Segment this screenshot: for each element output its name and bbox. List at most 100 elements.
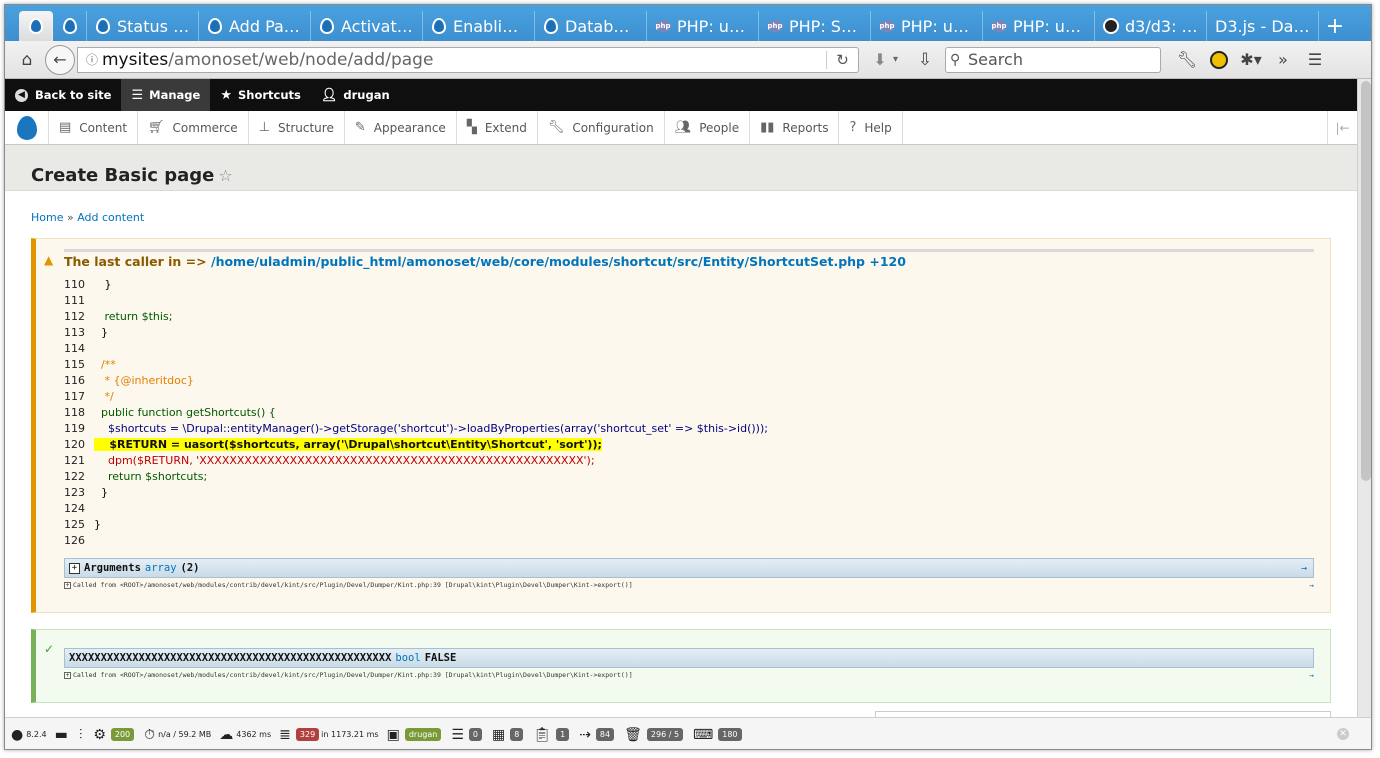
browser-tab[interactable]: Databa…	[535, 11, 647, 41]
admin-menu-structure[interactable]: ⊥ Structure	[249, 111, 345, 144]
breadcrumb-add-content-link[interactable]: Add content	[77, 211, 144, 224]
hamburger-menu-icon[interactable]: ☰	[1299, 47, 1331, 73]
drupal-icon	[28, 18, 44, 34]
profiler-forms[interactable]: ☰ 0	[451, 727, 484, 743]
downloads-arrow-icon[interactable]: ⇩	[911, 50, 939, 70]
line-text: }	[94, 326, 108, 339]
admin-menu-help[interactable]: ? Help	[839, 111, 903, 144]
kint-type: array	[144, 562, 177, 574]
code-line: 110 }	[64, 277, 768, 293]
profiler-memory[interactable]: ⏱ n/a / 59.2 MB	[144, 727, 211, 743]
line-number: 124	[64, 502, 85, 515]
last-caller-heading: The last caller in => /home/uladmin/publ…	[64, 254, 906, 269]
admin-menu-reports[interactable]: ▮▮ Reports	[750, 111, 840, 144]
download-icon[interactable]: ⬇	[867, 50, 893, 69]
home-icon[interactable]: ⌂	[13, 46, 41, 74]
line-number: 110	[64, 278, 85, 291]
admin-menu-content[interactable]: ▤ Content	[49, 111, 139, 144]
browser-tab[interactable]: Status …	[87, 11, 199, 41]
back-button[interactable]: ←	[45, 44, 75, 75]
search-input[interactable]: ⚲ Search	[945, 46, 1161, 73]
admin-menu-extend[interactable]: ▚ Extend	[457, 111, 538, 144]
profiler-routing[interactable]: ⇢ 84	[579, 727, 616, 743]
browser-tab[interactable]: Add Pa…	[199, 11, 311, 41]
browser-tab[interactable]: D3.js - Dat…	[1207, 11, 1319, 41]
line-text: }	[94, 278, 112, 291]
arrow-right-icon[interactable]: →	[1309, 581, 1314, 589]
shortcuts-tab[interactable]: ★ Shortcuts	[210, 79, 311, 111]
biohazard-icon[interactable]	[1203, 47, 1235, 73]
line-number: 120	[64, 438, 85, 451]
info-icon[interactable]: ⓘ	[82, 51, 102, 68]
expand-plus-icon[interactable]: +	[69, 562, 80, 574]
admin-menu-label: Appearance	[373, 120, 446, 135]
orientation-toggle-icon[interactable]: |←	[1327, 111, 1357, 144]
code-line: 124	[64, 501, 768, 517]
id-card-icon: ▣	[386, 726, 400, 743]
new-tab-button[interactable]: +	[1319, 11, 1351, 41]
wrench-icon[interactable]: 🔧︎	[1171, 47, 1203, 73]
profiler-database[interactable]: ≣ 329 in 1173.21 ms	[279, 727, 378, 743]
profiler-status[interactable]: ⚙ 200	[93, 727, 136, 743]
url-bar[interactable]: ⓘ mysites/amonoset/web/node/add/page ↻	[77, 46, 859, 73]
bug-icon[interactable]: ✱▾	[1235, 47, 1267, 73]
admin-menu: ▤ Content 🛒︎ Commerce ⊥ Structure ✎ Appearance ▚…	[5, 111, 1357, 145]
user-tab[interactable]: 👤︎ drugan	[311, 79, 400, 111]
profiler-blocks[interactable]: ▦ 8	[492, 727, 525, 743]
line-number: 114	[64, 342, 85, 355]
php-icon: php	[879, 20, 895, 32]
line-number: 122	[64, 470, 85, 483]
line-number: 123	[64, 486, 85, 499]
scrollbar-thumb[interactable]	[1361, 81, 1371, 481]
manage-tab[interactable]: ☰ Manage	[121, 79, 211, 111]
browser-tab[interactable]: php PHP: us…	[871, 11, 983, 41]
profiler-config[interactable]: ⫶	[79, 727, 86, 743]
kint-value-row[interactable]: XXXXXXXXXXXXXXXXXXXXXXXXXXXXXXXXXXXXXXXX…	[64, 648, 1314, 668]
profiler-time[interactable]: ☁ 4362 ms	[219, 727, 271, 743]
profiler-views[interactable]: 📋︎ 1	[533, 727, 571, 743]
browser-tab[interactable]	[53, 11, 87, 41]
people-icon: 👥︎	[674, 120, 692, 135]
expand-plus-icon[interactable]: +	[64, 582, 71, 589]
browser-tab[interactable]: php PHP: uk…	[983, 11, 1095, 41]
profiler-user[interactable]: ▣ drugan	[387, 727, 444, 743]
profiler-request[interactable]: ▬	[55, 727, 71, 743]
browser-tab[interactable]: php PHP: S…	[759, 11, 871, 41]
browser-tab[interactable]	[19, 11, 53, 41]
profiler-drupal-version[interactable]: ● 8.2.4	[11, 727, 47, 743]
arrow-right-icon[interactable]: →	[1301, 563, 1307, 574]
checkmark-icon: ✓	[44, 642, 55, 656]
reload-icon[interactable]: ↻	[826, 50, 858, 69]
browser-tab[interactable]: Enablin…	[423, 11, 535, 41]
profiler-theme[interactable]: ⌨ 180	[693, 727, 744, 743]
chevron-down-icon[interactable]: ▾	[893, 54, 905, 65]
kint-arguments-toggle[interactable]: + Arguments array (2) →	[64, 558, 1314, 578]
line-text: /**	[94, 358, 116, 371]
shortcut-star-icon[interactable]: ☆	[218, 166, 232, 185]
admin-menu-appearance[interactable]: ✎ Appearance	[345, 111, 457, 144]
close-icon[interactable]: ✕	[1337, 728, 1349, 740]
admin-menu-label: Configuration	[572, 120, 654, 135]
code-line: 120 $RETURN = uasort($shortcuts, array('…	[64, 437, 768, 453]
browser-tab[interactable]: php PHP: ua…	[647, 11, 759, 41]
vertical-scrollbar[interactable]	[1357, 79, 1371, 717]
admin-menu-commerce[interactable]: 🛒︎ Commerce	[138, 111, 249, 144]
profiler-assets[interactable]: 🗑︎ 296 / 5	[624, 727, 685, 743]
browser-tab[interactable]: d3/d3: …	[1095, 11, 1207, 41]
url-host: mysites	[102, 49, 169, 70]
expand-plus-icon[interactable]: +	[64, 672, 71, 679]
admin-menu-people[interactable]: 👥︎ People	[665, 111, 751, 144]
breadcrumb-home-link[interactable]: Home	[31, 211, 63, 224]
overflow-icon[interactable]: »	[1267, 47, 1299, 73]
arrow-right-icon[interactable]: →	[1309, 671, 1314, 679]
back-to-site-link[interactable]: ◀ Back to site	[5, 79, 121, 111]
drupal-icon	[62, 18, 78, 34]
druplicon-icon[interactable]	[5, 111, 49, 144]
drupal-icon	[431, 18, 447, 34]
tab-label: Databa…	[565, 16, 638, 36]
admin-menu-configuration[interactable]: 🔧︎ Configuration	[538, 111, 665, 144]
status-value-type: bool	[395, 652, 421, 664]
browser-tab[interactable]: Activat…	[311, 11, 423, 41]
structure-icon: ⊥	[258, 120, 271, 135]
drupal-icon	[319, 18, 335, 34]
